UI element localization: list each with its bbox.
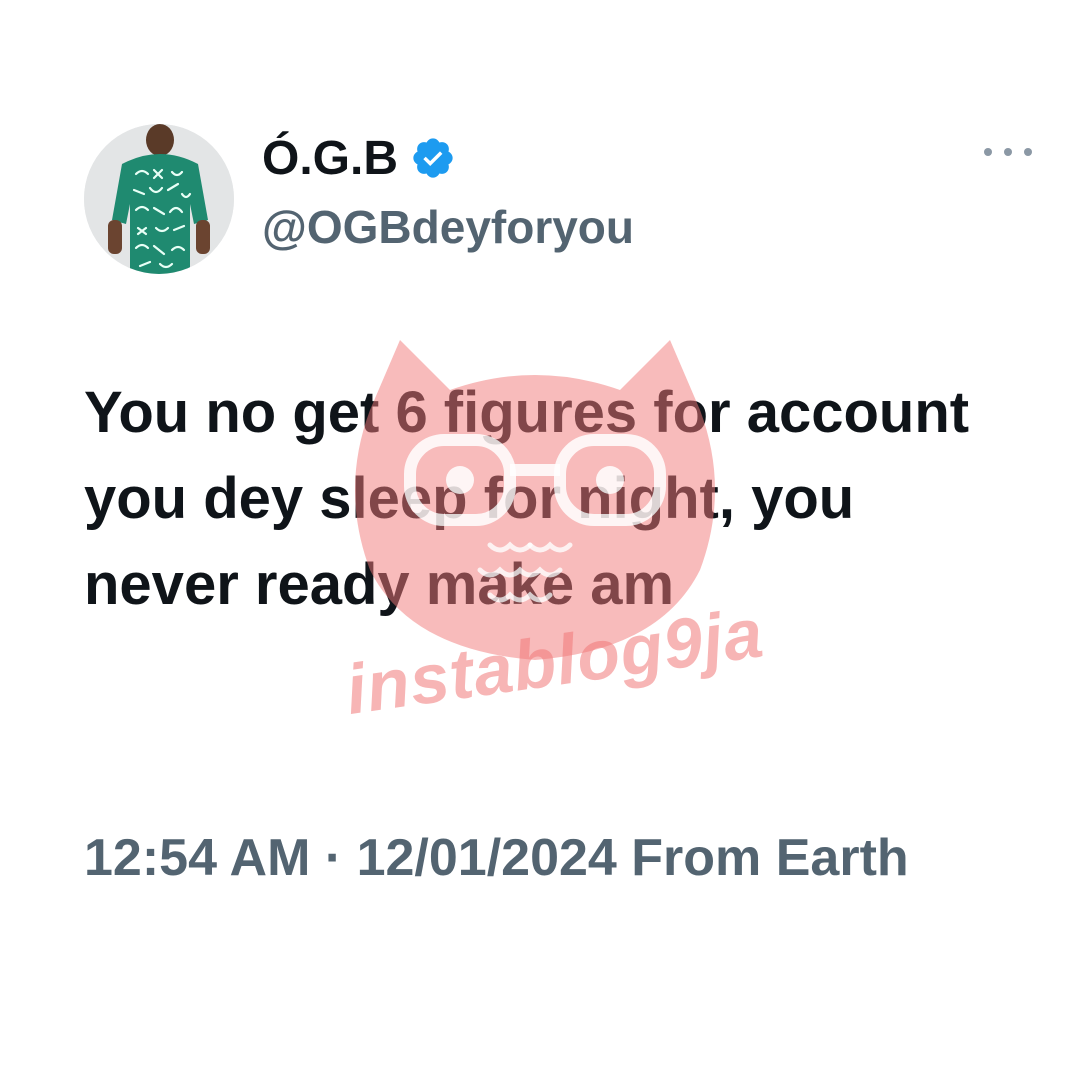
- author-handle[interactable]: @OGBdeyforyou: [262, 200, 634, 254]
- tweet-card: Ó.G.B @OGBdeyforyou You no get 6 figures…: [0, 0, 1080, 1080]
- more-options-button[interactable]: [984, 142, 1032, 162]
- author-name-row: Ó.G.B: [262, 128, 456, 188]
- profile-photo-icon: [84, 124, 234, 274]
- author-display-name[interactable]: Ó.G.B: [262, 131, 398, 186]
- more-horizontal-icon: [1004, 148, 1012, 156]
- tweet-text: You no get 6 figures for account you dey…: [84, 380, 970, 617]
- more-horizontal-icon: [984, 148, 992, 156]
- tweet-timestamp[interactable]: 12:54 AM · 12/01/2024 From Earth: [84, 820, 984, 896]
- more-horizontal-icon: [1024, 148, 1032, 156]
- author-avatar[interactable]: [84, 124, 234, 274]
- verified-badge-icon: [413, 138, 453, 178]
